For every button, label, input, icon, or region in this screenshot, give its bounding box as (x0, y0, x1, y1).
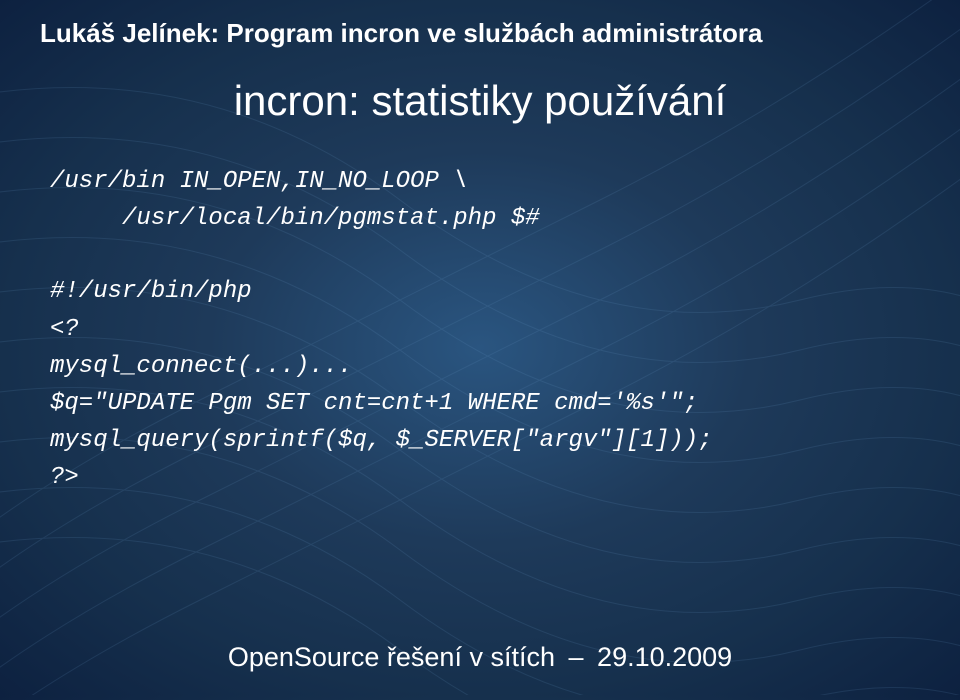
code-line: mysql_query(sprintf($q, $_SERVER["argv"]… (50, 422, 920, 459)
code-line: <? (50, 311, 920, 348)
code-line: #!/usr/bin/php (50, 273, 920, 310)
footer-dash: – (563, 642, 590, 672)
code-line: ?> (50, 459, 920, 496)
footer-event: OpenSource řešení v sítích (228, 642, 555, 672)
code-block: /usr/bin IN_OPEN,IN_NO_LOOP \ /usr/local… (40, 163, 920, 497)
footer-date: 29.10.2009 (597, 642, 732, 672)
slide-title: incron: statistiky používání (40, 77, 920, 125)
slide-header: Lukáš Jelínek: Program incron ve službác… (40, 18, 920, 49)
code-line: mysql_connect(...)... (50, 348, 920, 385)
code-line: $q="UPDATE Pgm SET cnt=cnt+1 WHERE cmd='… (50, 385, 920, 422)
code-line: /usr/bin IN_OPEN,IN_NO_LOOP \ (50, 163, 920, 200)
slide-footer: OpenSource řešení v sítích – 29.10.2009 (0, 642, 960, 673)
code-line: /usr/local/bin/pgmstat.php $# (50, 200, 920, 237)
